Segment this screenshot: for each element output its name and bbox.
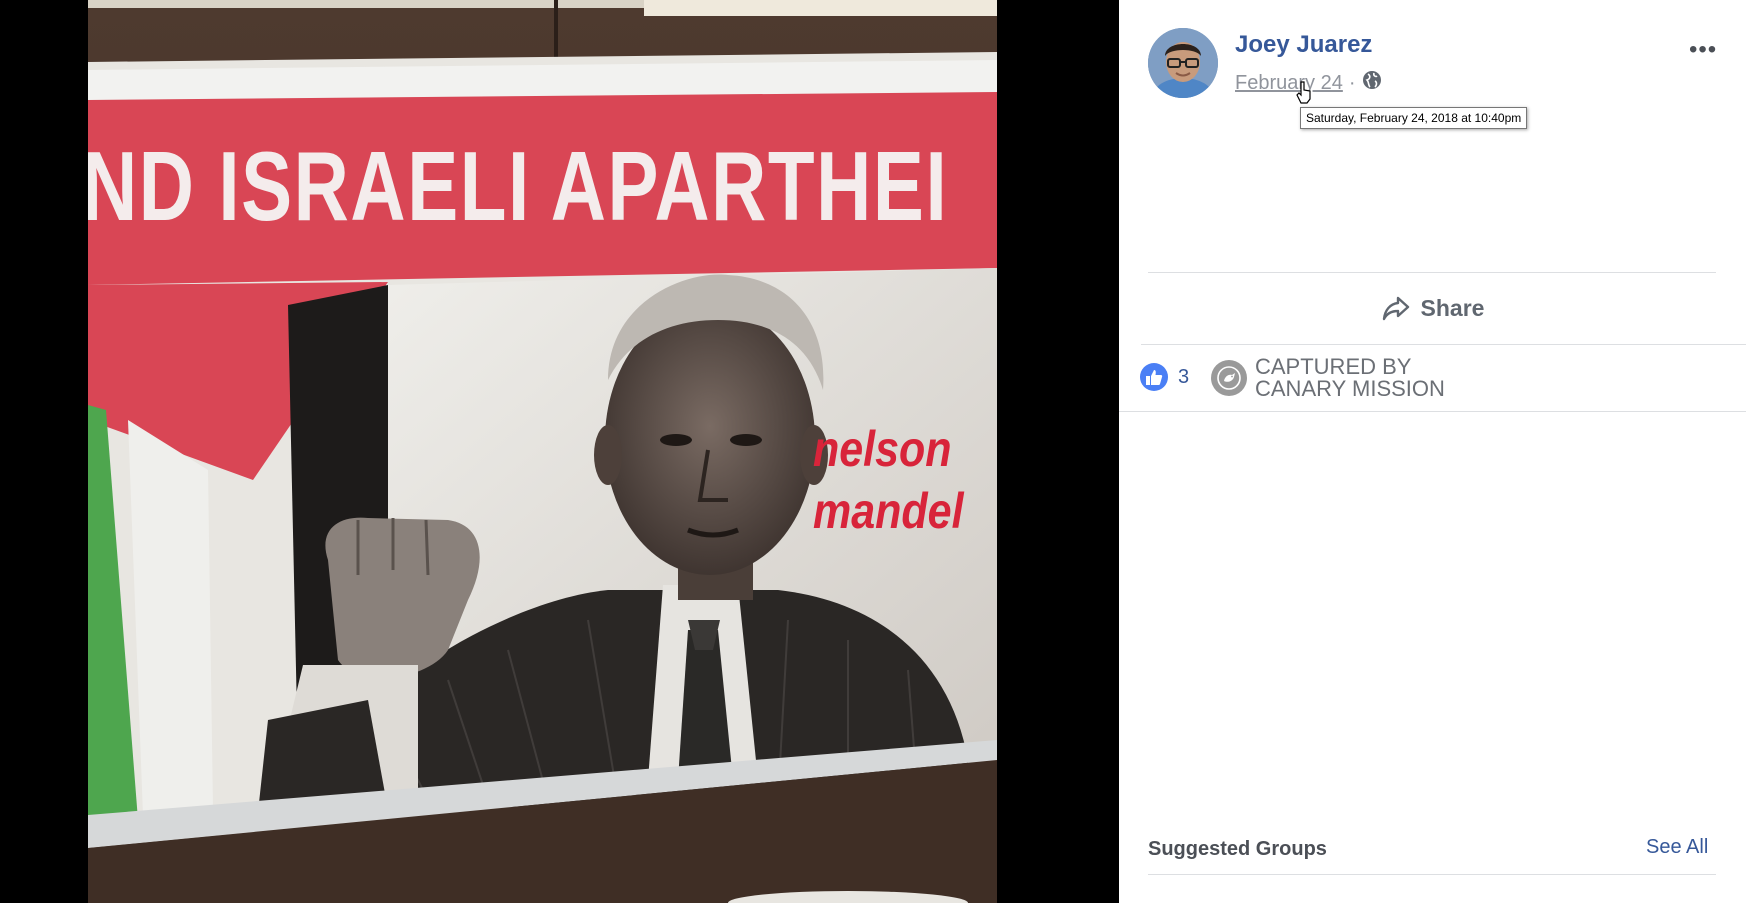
divider [1119, 411, 1746, 412]
share-arrow-icon [1382, 296, 1409, 321]
see-all-link[interactable]: See All [1646, 836, 1708, 859]
poster-name-text: nelson mandel [813, 418, 997, 542]
poster-name-line-2: mandel [813, 483, 964, 539]
captured-text: CAPTURED BY CANARY MISSION [1255, 356, 1445, 400]
author-name-link[interactable]: Joey Juarez [1235, 31, 1372, 59]
photo-viewer[interactable]: ND ISRAELI APARTHEI nelson mandel [0, 0, 1119, 903]
author-avatar[interactable] [1148, 28, 1218, 98]
captured-line-1: CAPTURED BY [1255, 354, 1412, 379]
share-label: Share [1420, 294, 1485, 321]
like-count: 3 [1178, 365, 1190, 388]
post-photo[interactable]: ND ISRAELI APARTHEI nelson mandel [88, 0, 997, 903]
hand-cursor-icon [1296, 81, 1311, 104]
share-button[interactable]: Share [1119, 275, 1746, 341]
globe-icon[interactable] [1362, 70, 1382, 96]
meta-separator: · [1348, 71, 1356, 94]
post-side-panel: Joey Juarez February 24 · ••• Saturday, … [1119, 0, 1746, 903]
thumbs-up-icon [1140, 363, 1168, 391]
captured-line-2: CANARY MISSION [1255, 376, 1445, 401]
captured-watermark: CAPTURED BY CANARY MISSION [1211, 356, 1445, 400]
divider [1141, 344, 1746, 345]
divider [1148, 272, 1716, 273]
divider [1148, 874, 1716, 875]
poster-name-line-1: nelson [813, 421, 952, 477]
date-tooltip: Saturday, February 24, 2018 at 10:40pm [1300, 107, 1528, 129]
post-date-link[interactable]: February 24 [1235, 72, 1343, 95]
more-options-button[interactable]: ••• [1689, 36, 1717, 64]
canary-bird-icon [1211, 360, 1247, 396]
reactions-summary[interactable]: 3 [1140, 363, 1189, 391]
suggested-groups-heading: Suggested Groups [1148, 838, 1327, 860]
poster-headline-text: ND ISRAELI APARTHEI [88, 131, 949, 241]
avatar-photo-icon [1148, 28, 1218, 98]
